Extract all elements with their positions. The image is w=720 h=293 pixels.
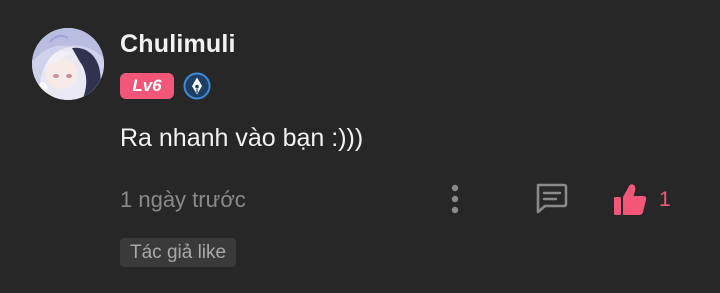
vertical-dots-icon: [451, 184, 459, 214]
avatar-image: [32, 28, 104, 100]
comment-bubble-icon: [536, 183, 568, 214]
reply-button[interactable]: [532, 180, 570, 216]
comment-text: Ra nhanh vào bạn :))): [120, 124, 364, 152]
username[interactable]: Chulimuli: [120, 30, 236, 59]
thumbs-up-icon: [614, 184, 647, 215]
comment-timestamp: 1 ngày trước: [120, 187, 246, 212]
like-count: 1: [659, 188, 671, 211]
comment-card: Chulimuli Lv6 Ra nhanh vào bạn :))) 1 ng…: [0, 0, 720, 293]
like-button[interactable]: 1: [612, 181, 676, 219]
author-like-tag: Tác giả like: [120, 238, 237, 267]
pen-nib-icon: [183, 72, 211, 100]
level-badge: Lv6: [120, 73, 174, 99]
avatar[interactable]: [32, 28, 104, 100]
more-options-button[interactable]: [440, 181, 470, 217]
